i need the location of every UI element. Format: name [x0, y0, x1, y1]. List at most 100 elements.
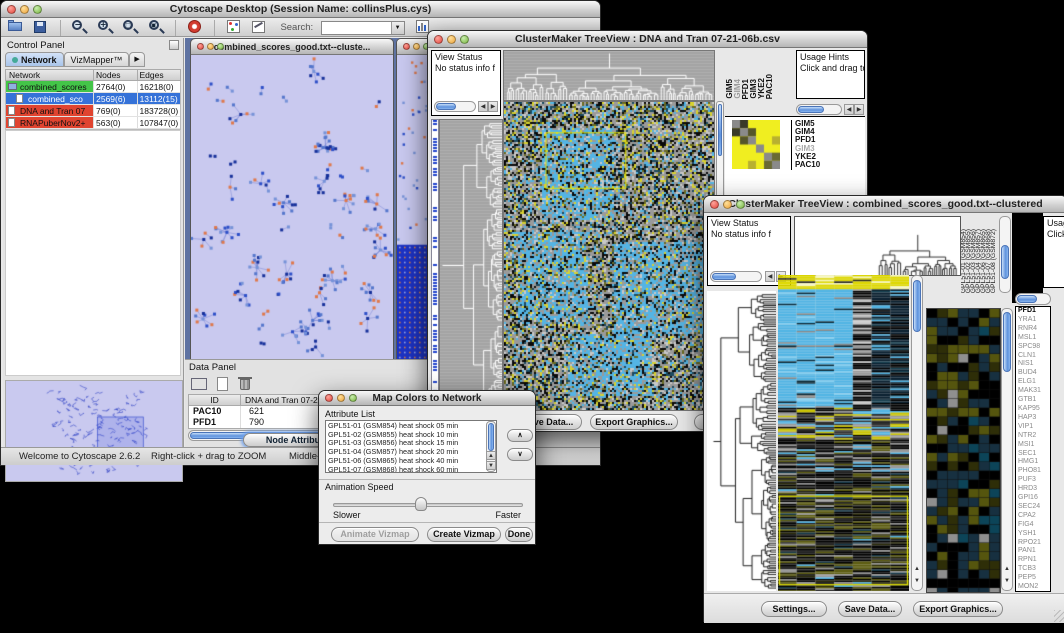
zoom-out-icon[interactable]: − — [71, 19, 88, 36]
map-colors-titlebar[interactable]: Map Colors to Network — [319, 391, 535, 406]
network-row-selected[interactable]: combined_sco 2569(6) 13112(15) — [6, 93, 180, 105]
done-button[interactable]: Done — [505, 527, 533, 542]
speed-slider-track[interactable] — [333, 503, 523, 507]
scroll-left-arrow[interactable]: ◀ — [765, 271, 775, 282]
save-icon[interactable] — [32, 19, 49, 36]
close-button[interactable] — [325, 394, 333, 402]
zoom-heatmap-canvas[interactable] — [926, 308, 1001, 593]
column-dendrogram-canvas[interactable] — [503, 50, 715, 101]
speed-slider-thumb[interactable] — [415, 497, 427, 511]
scroll-up-arrow[interactable]: ▲ — [1002, 564, 1012, 576]
zoom-window-button[interactable] — [217, 43, 224, 50]
new-document-icon[interactable] — [215, 376, 232, 393]
control-panel: Control Panel NetworkVizMapper™▶ Network… — [3, 38, 184, 447]
table-icon[interactable] — [191, 376, 208, 393]
scroll-down-arrow[interactable]: ▼ — [912, 576, 922, 588]
column-dendrogram-canvas[interactable] — [794, 216, 961, 276]
heatmap-canvas[interactable] — [503, 101, 715, 411]
usage-hints-title: Usage Hints — [800, 52, 861, 63]
move-down-button[interactable]: ∨ — [507, 448, 533, 461]
zoom-window-button[interactable] — [460, 35, 469, 44]
id-column-header[interactable]: ID — [189, 395, 241, 405]
network-canvas[interactable] — [191, 55, 393, 359]
move-up-button[interactable]: ∧ — [507, 429, 533, 442]
divider — [319, 522, 535, 523]
scroll-right-arrow[interactable]: ▶ — [488, 101, 498, 112]
row-dendrogram-canvas[interactable] — [707, 291, 776, 591]
chevron-down-icon[interactable]: ▼ — [391, 22, 404, 34]
view-status-scrollbar[interactable] — [434, 101, 476, 112]
status-hint-zoom: Right-click + drag to ZOOM — [151, 448, 266, 465]
open-file-icon[interactable] — [7, 19, 24, 36]
float-panel-icon[interactable] — [169, 40, 179, 50]
zoom-window-button[interactable] — [736, 200, 745, 209]
zoom-window-button[interactable] — [33, 5, 42, 14]
scroll-right-arrow[interactable]: ▶ — [854, 104, 864, 115]
help-lifering-icon[interactable] — [187, 19, 204, 36]
network-tab-icon — [12, 57, 18, 63]
close-button[interactable] — [434, 35, 443, 44]
settings-button[interactable]: Settings... — [761, 601, 827, 617]
zoom-window-button[interactable] — [349, 394, 357, 402]
row-dendrogram-canvas[interactable] — [439, 119, 503, 411]
treeview-combined-titlebar[interactable]: ClusterMaker TreeView : combined_scores_… — [704, 196, 1064, 213]
resize-grip[interactable] — [1054, 610, 1064, 622]
scroll-left-arrow[interactable]: ◀ — [478, 101, 488, 112]
attribute-listbox[interactable]: GPL51-01 (GSM854) heat shock 05 minGPL51… — [325, 420, 497, 473]
minimize-button[interactable] — [207, 43, 214, 50]
vizmapper-icon[interactable] — [226, 19, 243, 36]
attribute-items: GPL51-01 (GSM854) heat shock 05 minGPL51… — [326, 421, 496, 473]
save-data-button[interactable]: Save Data... — [838, 601, 902, 617]
col-nodes[interactable]: Nodes — [93, 70, 137, 80]
close-button[interactable] — [197, 43, 204, 50]
treeview-combined-title: ClusterMaker TreeView : combined_scores_… — [728, 198, 1042, 210]
zoom-selected-icon[interactable]: ▣ — [148, 19, 165, 36]
close-button[interactable] — [7, 5, 16, 14]
tab-network[interactable]: Network — [5, 52, 64, 67]
export-graphics-button[interactable]: Export Graphics... — [913, 601, 1003, 617]
zoom-in-icon[interactable]: + — [97, 19, 114, 36]
close-button[interactable] — [403, 43, 410, 50]
export-graphics-button[interactable]: Export Graphics... — [590, 414, 678, 430]
view-status-scrollbar[interactable] — [710, 271, 762, 282]
network-row[interactable]: RNAPuberNov2+ 563(0) 107847(0) — [6, 117, 180, 129]
zoom-fit-icon[interactable]: □ — [122, 19, 139, 36]
network-view-titlebar[interactable]: combined_scores_good.txt--cluste... — [191, 39, 393, 55]
minimize-button[interactable] — [723, 200, 732, 209]
zoom-panel-hscrollbar[interactable] — [796, 104, 842, 115]
zoom-panel-hscrollbar[interactable] — [1015, 293, 1051, 305]
status-hint-pan: Middle- — [289, 448, 320, 465]
treeview-combined-window: ClusterMaker TreeView : combined_scores_… — [703, 195, 1064, 622]
scroll-up-arrow[interactable]: ▲ — [486, 451, 496, 460]
gene-label-list[interactable]: PFD1YRA1RNR4MSL1SPC98CLN1NIS1BUD4ELG1MAK… — [1015, 306, 1051, 592]
heatmap-vscrollbar[interactable]: ▲ ▼ — [911, 275, 923, 591]
annotation-icon[interactable] — [251, 19, 268, 36]
treeview-dna-titlebar[interactable]: ClusterMaker TreeView : DNA and Tran 07-… — [428, 31, 867, 48]
scroll-down-arrow[interactable]: ▼ — [486, 461, 496, 470]
trash-icon[interactable] — [237, 376, 254, 393]
zoom-matrix-canvas[interactable] — [732, 120, 780, 169]
row-marker-strip — [431, 119, 439, 411]
scroll-up-arrow[interactable]: ▲ — [912, 564, 922, 576]
tab-overflow-arrow[interactable]: ▶ — [129, 52, 144, 67]
animate-vizmap-button[interactable]: Animate Vizmap — [331, 527, 419, 542]
col-edges[interactable]: Edges — [137, 70, 181, 80]
minimize-button[interactable] — [413, 43, 420, 50]
close-button[interactable] — [710, 200, 719, 209]
cytoscape-titlebar[interactable]: Cytoscape Desktop (Session Name: collins… — [1, 1, 600, 18]
search-combobox[interactable]: ▼ — [321, 21, 405, 35]
zoom-vscrollbar[interactable]: ▲ ▼ — [1001, 308, 1013, 591]
network-row[interactable]: combined_scores 2764(0) 16218(0) — [6, 81, 180, 93]
minimize-button[interactable] — [20, 5, 29, 14]
expression-heatmap-canvas[interactable] — [778, 275, 909, 591]
minimize-button[interactable] — [447, 35, 456, 44]
header-vscrollbar[interactable] — [999, 216, 1011, 293]
scroll-left-arrow[interactable]: ◀ — [844, 104, 854, 115]
tab-vizmapper[interactable]: VizMapper™ — [64, 52, 130, 67]
minimize-button[interactable] — [337, 394, 345, 402]
network-row[interactable]: DNA and Tran 07 769(0) 183728(0) — [6, 105, 180, 117]
create-vizmap-button[interactable]: Create Vizmap — [427, 527, 501, 542]
col-network[interactable]: Network — [6, 70, 93, 80]
network-overview-canvas[interactable] — [5, 380, 183, 482]
scroll-down-arrow[interactable]: ▼ — [1002, 576, 1012, 588]
